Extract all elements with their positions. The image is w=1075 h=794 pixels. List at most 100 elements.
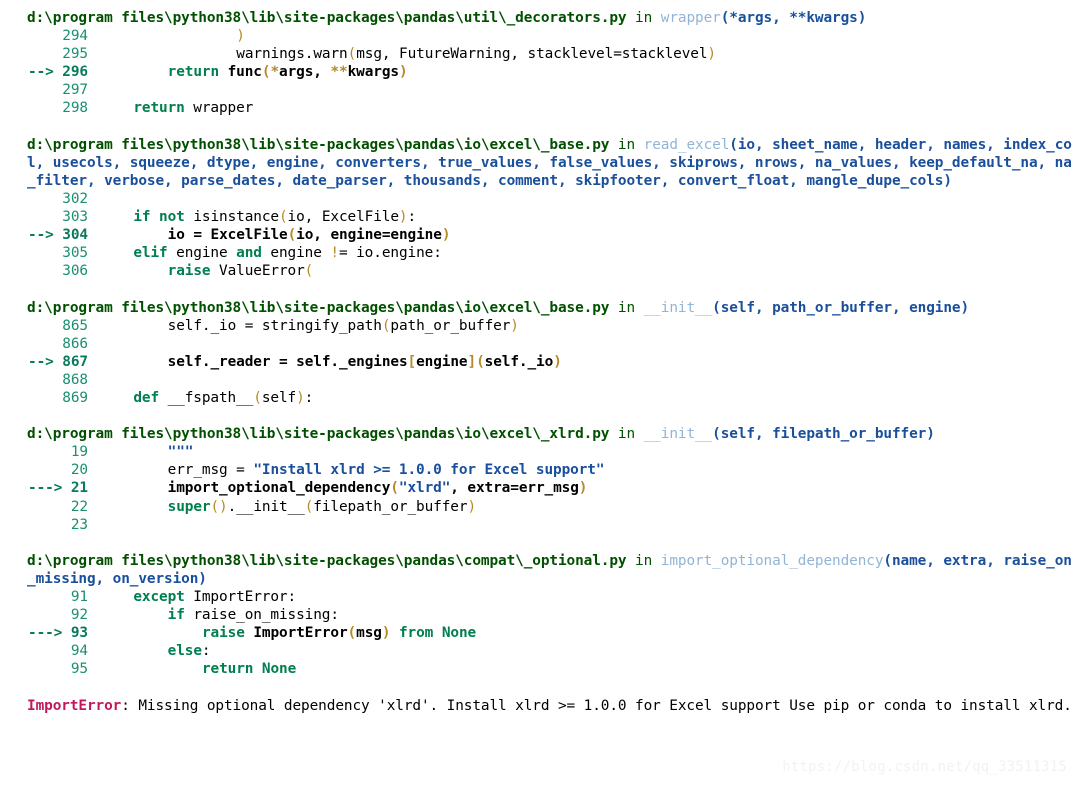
frame-function-name: read_excel [643, 136, 730, 153]
source-line: 295 warnings.warn(msg, FutureWarning, st… [0, 45, 1075, 63]
frame-file-path: d:\program files\python38\lib\site-packa… [27, 552, 627, 569]
error-separator: : [121, 697, 139, 714]
source-line: 19 """ [0, 443, 1075, 461]
source-line: 23 [0, 516, 1075, 534]
frame-header: d:\program files\python38\lib\site-packa… [0, 552, 1075, 588]
frame-function-name: __init__ [643, 426, 713, 443]
error-summary: ImportError: Missing optional dependency… [0, 697, 1075, 715]
line-code: return None [201, 661, 297, 678]
line-code: def __fspath__(self): [133, 389, 314, 406]
frame-in-keyword: in [609, 299, 644, 316]
line-code: if not isinstance(io, ExcelFile): [133, 209, 417, 226]
frame-signature: (self, path_or_buffer, engine) [712, 299, 970, 316]
line-code: self._io = stringify_path(path_or_buffer… [167, 317, 519, 334]
line-code: elif engine and engine != io.engine: [133, 245, 442, 262]
line-number: 295 [62, 46, 88, 63]
line-code: raise ValueError( [167, 263, 314, 280]
frame-in-keyword: in [609, 136, 644, 153]
line-number: 294 [62, 28, 88, 45]
source-line: 302 [0, 190, 1075, 208]
line-code: except ImportError: [133, 589, 297, 605]
line-number: 19 [70, 444, 88, 461]
source-line: 91 except ImportError: [0, 588, 1075, 606]
source-line: 865 self._io = stringify_path(path_or_bu… [0, 317, 1075, 335]
line-code: self._reader = self._engines[engine](sel… [167, 353, 562, 370]
traceback-frame: d:\program files\python38\lib\site-packa… [0, 136, 1075, 281]
line-number: 20 [70, 462, 88, 479]
line-number: 305 [62, 245, 88, 262]
line-number: 23 [70, 516, 88, 533]
traceback-frame: d:\program files\python38\lib\site-packa… [0, 425, 1075, 534]
frame-header: d:\program files\python38\lib\site-packa… [0, 425, 1075, 443]
source-line: 298 return wrapper [0, 99, 1075, 117]
line-code: super().__init__(filepath_or_buffer) [167, 498, 477, 515]
source-line: 22 super().__init__(filepath_or_buffer) [0, 498, 1075, 516]
line-number: 865 [62, 317, 88, 334]
traceback-frame: d:\program files\python38\lib\site-packa… [0, 299, 1075, 408]
line-code: else: [167, 643, 211, 660]
source-line: 866 [0, 335, 1075, 353]
line-number: --> 867 [28, 353, 88, 370]
frame-header: d:\program files\python38\lib\site-packa… [0, 9, 1075, 27]
frame-file-path: d:\program files\python38\lib\site-packa… [27, 299, 610, 316]
line-number: 95 [70, 661, 88, 678]
source-line-current: --> 296 return func(*args, **kwargs) [0, 63, 1075, 81]
frame-in-keyword: in [626, 552, 661, 569]
line-code: warnings.warn(msg, FutureWarning, stackl… [236, 46, 716, 63]
line-code: err_msg = "Install xlrd >= 1.0.0 for Exc… [167, 462, 605, 479]
line-number: ---> 21 [28, 480, 88, 497]
traceback-frame: d:\program files\python38\lib\site-packa… [0, 552, 1075, 679]
frame-in-keyword: in [609, 426, 644, 443]
line-code: return wrapper [133, 100, 254, 117]
frame-header: d:\program files\python38\lib\site-packa… [0, 136, 1075, 190]
frame-signature: (*args, **kwargs) [720, 10, 867, 26]
frame-signature: (self, filepath_or_buffer) [712, 426, 935, 443]
line-code: raise ImportError(msg) from None [201, 625, 477, 642]
frame-separator [0, 118, 1075, 136]
error-type: ImportError [27, 697, 122, 714]
line-number: 306 [62, 263, 88, 280]
source-line: 306 raise ValueError( [0, 262, 1075, 280]
line-number: 866 [62, 335, 88, 352]
line-number: 302 [62, 190, 88, 207]
line-code: ) [236, 28, 245, 45]
line-number: --> 304 [28, 227, 88, 244]
error-message: Missing optional dependency 'xlrd'. Inst… [138, 697, 1072, 714]
line-number: 869 [62, 389, 88, 406]
line-number: 22 [70, 498, 88, 515]
frame-separator [0, 534, 1075, 552]
source-line: 20 err_msg = "Install xlrd >= 1.0.0 for … [0, 461, 1075, 479]
line-number: --> 296 [28, 64, 88, 81]
frame-header: d:\program files\python38\lib\site-packa… [0, 299, 1075, 317]
source-line: 868 [0, 371, 1075, 389]
frame-in-keyword: in [626, 10, 661, 26]
line-number: 303 [62, 209, 88, 226]
frame-separator [0, 407, 1075, 425]
frame-function-name: wrapper [660, 10, 721, 26]
frame-file-path: d:\program files\python38\lib\site-packa… [27, 136, 610, 153]
traceback-frame: d:\program files\python38\lib\site-packa… [0, 9, 1075, 118]
source-line: 94 else: [0, 642, 1075, 660]
frame-file-path: d:\program files\python38\lib\site-packa… [27, 10, 627, 26]
line-number: 91 [70, 589, 88, 605]
source-line: 95 return None [0, 660, 1075, 678]
source-line-current: ---> 93 raise ImportError(msg) from None [0, 624, 1075, 642]
line-code: return func(*args, **kwargs) [167, 64, 408, 81]
source-line-current: ---> 21 import_optional_dependency("xlrd… [0, 479, 1075, 497]
source-line: 305 elif engine and engine != io.engine: [0, 244, 1075, 262]
line-code: io = ExcelFile(io, engine=engine) [167, 227, 451, 244]
line-number: 298 [62, 100, 88, 117]
source-line-current: --> 304 io = ExcelFile(io, engine=engine… [0, 226, 1075, 244]
frame-file-path: d:\program files\python38\lib\site-packa… [27, 426, 610, 443]
line-number: 868 [62, 371, 88, 388]
line-code: if raise_on_missing: [167, 607, 339, 624]
line-number: 297 [62, 82, 88, 99]
line-number: ---> 93 [28, 625, 88, 642]
source-line: 297 [0, 81, 1075, 99]
source-line: 869 def __fspath__(self): [0, 389, 1075, 407]
line-code: """ [167, 444, 194, 461]
line-number: 92 [70, 607, 88, 624]
frame-function-name: import_optional_dependency [660, 552, 884, 569]
traceback-output: d:\program files\python38\lib\site-packa… [0, 0, 1075, 715]
source-line: 294 ) [0, 27, 1075, 45]
